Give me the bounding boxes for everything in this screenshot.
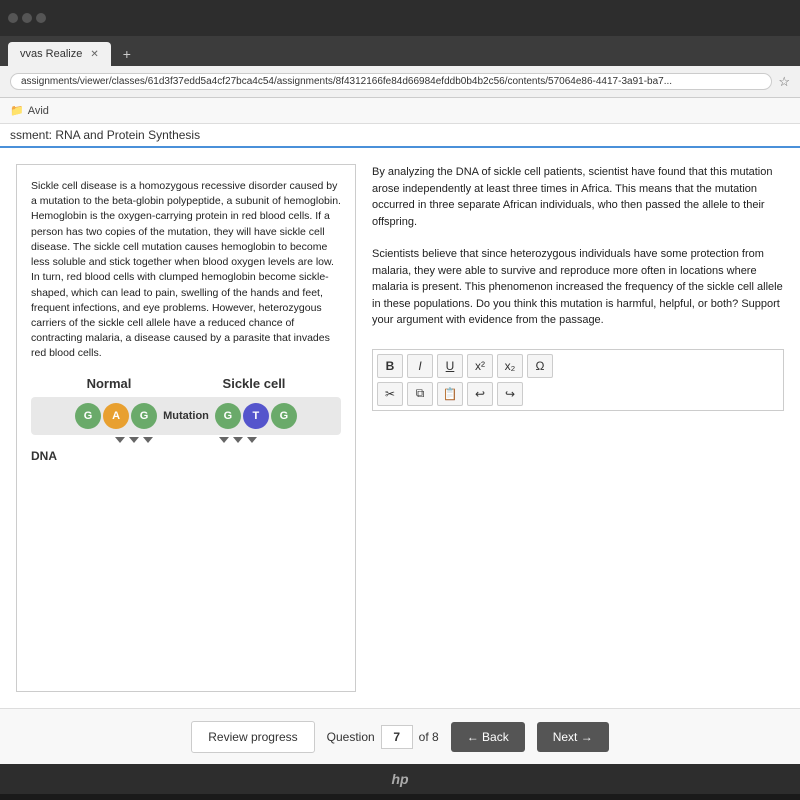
question-number: 7 bbox=[393, 730, 400, 744]
dna-diagram: Normal Sickle cell G A G Mutation G T G bbox=[31, 374, 341, 466]
cut-button[interactable]: ✂ bbox=[377, 382, 403, 406]
codon-g4: G bbox=[271, 403, 297, 429]
breadcrumb-text: Avid bbox=[28, 105, 49, 117]
back-button[interactable]: ← Back bbox=[451, 722, 525, 752]
bookmark-icon[interactable]: ☆ bbox=[778, 74, 790, 90]
page-title: ssment: RNA and Protein Synthesis bbox=[10, 128, 200, 142]
breadcrumb-bar: 📁 Avid bbox=[0, 98, 800, 124]
bottom-nav: Review progress Question 7 of 8 ← Back N… bbox=[0, 708, 800, 764]
address-bar: assignments/viewer/classes/61d3f37edd5a4… bbox=[0, 66, 800, 98]
editor-toolbar: B I U x² x₂ Ω ✂ ⧉ 📋 ↩ ↪ bbox=[372, 349, 784, 411]
browser-top bbox=[0, 0, 800, 36]
active-tab[interactable]: vvas Realize ✕ bbox=[8, 42, 111, 66]
page-header: ssment: RNA and Protein Synthesis bbox=[0, 124, 800, 148]
codon-t: T bbox=[243, 403, 269, 429]
dna-footer-label: DNA bbox=[31, 447, 57, 465]
codon-a1: A bbox=[103, 403, 129, 429]
sickle-label: Sickle cell bbox=[223, 374, 286, 394]
question-label: Question bbox=[327, 730, 375, 744]
codon-g1: G bbox=[75, 403, 101, 429]
italic-button[interactable]: I bbox=[407, 354, 433, 378]
tab-close-icon[interactable]: ✕ bbox=[90, 49, 98, 60]
right-paragraph-2: Scientists believe that since heterozygo… bbox=[372, 246, 784, 329]
codon-g3: G bbox=[215, 403, 241, 429]
next-button[interactable]: Next → bbox=[537, 722, 609, 752]
left-paragraph: Sickle cell disease is a homozygous rece… bbox=[31, 179, 341, 362]
underline-button[interactable]: U bbox=[437, 354, 463, 378]
normal-label: Normal bbox=[87, 374, 132, 394]
question-number-box: 7 bbox=[381, 725, 413, 749]
of-label: of 8 bbox=[419, 730, 439, 744]
subscript-button[interactable]: x₂ bbox=[497, 354, 523, 378]
codon-g2: G bbox=[131, 403, 157, 429]
left-panel: Sickle cell disease is a homozygous rece… bbox=[16, 164, 356, 692]
bottom-logo-bar: hp bbox=[0, 764, 800, 794]
new-tab-button[interactable]: + bbox=[117, 42, 137, 66]
redo-button[interactable]: ↪ bbox=[497, 382, 523, 406]
question-indicator: Question 7 of 8 bbox=[327, 725, 439, 749]
mutation-label: Mutation bbox=[163, 408, 209, 425]
bold-button[interactable]: B bbox=[377, 354, 403, 378]
copy-button[interactable]: ⧉ bbox=[407, 382, 433, 406]
main-content: Sickle cell disease is a homozygous rece… bbox=[0, 148, 800, 708]
omega-button[interactable]: Ω bbox=[527, 354, 553, 378]
url-display[interactable]: assignments/viewer/classes/61d3f37edd5a4… bbox=[10, 73, 772, 90]
right-panel: By analyzing the DNA of sickle cell pati… bbox=[372, 164, 784, 692]
superscript-button[interactable]: x² bbox=[467, 354, 493, 378]
review-progress-button[interactable]: Review progress bbox=[191, 721, 314, 753]
folder-icon: 📁 bbox=[10, 104, 24, 117]
undo-button[interactable]: ↩ bbox=[467, 382, 493, 406]
tab-title: vvas Realize bbox=[20, 48, 82, 60]
paste-button[interactable]: 📋 bbox=[437, 382, 463, 406]
tab-bar: vvas Realize ✕ + bbox=[0, 36, 800, 66]
hp-logo: hp bbox=[391, 771, 408, 787]
right-paragraph-1: By analyzing the DNA of sickle cell pati… bbox=[372, 164, 784, 230]
